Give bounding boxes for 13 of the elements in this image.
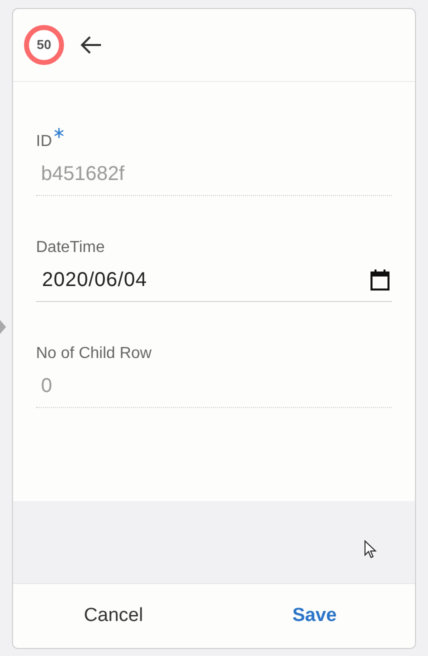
readonly-field: 0 xyxy=(36,364,392,408)
field-label: ID xyxy=(36,132,52,152)
calendar-icon[interactable] xyxy=(370,268,390,290)
readonly-field: b451682f xyxy=(36,152,392,196)
cancel-button[interactable]: Cancel xyxy=(13,584,214,648)
field-label: DateTime xyxy=(36,238,105,258)
back-arrow-icon[interactable] xyxy=(80,35,102,55)
date-field[interactable]: 2020/06/04 xyxy=(36,258,392,302)
save-button[interactable]: Save xyxy=(214,584,415,648)
caret-icon xyxy=(0,320,6,334)
speed-limit-logo: 50 xyxy=(24,25,64,65)
mouse-cursor-icon xyxy=(364,540,377,559)
field-label: No of Child Row xyxy=(36,344,152,364)
